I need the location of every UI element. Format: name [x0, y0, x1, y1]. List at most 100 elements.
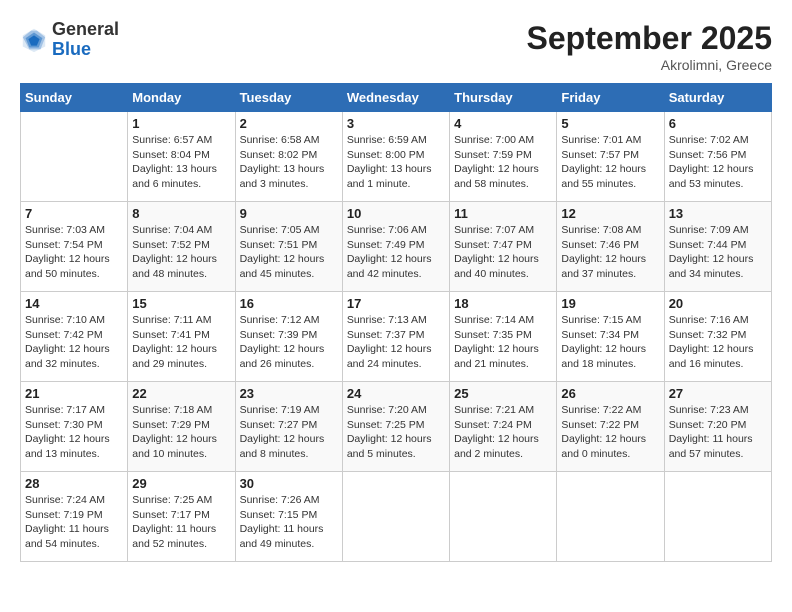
calendar-cell — [557, 472, 664, 562]
calendar-cell: 9Sunrise: 7:05 AMSunset: 7:51 PMDaylight… — [235, 202, 342, 292]
day-info: Sunrise: 7:25 AMSunset: 7:17 PMDaylight:… — [132, 493, 230, 552]
day-number: 4 — [454, 116, 552, 131]
calendar-cell: 5Sunrise: 7:01 AMSunset: 7:57 PMDaylight… — [557, 112, 664, 202]
day-header-wednesday: Wednesday — [342, 84, 449, 112]
week-row-3: 14Sunrise: 7:10 AMSunset: 7:42 PMDayligh… — [21, 292, 772, 382]
calendar-cell: 19 Sunrise: 7:15 AMSunset: 7:34 PMDayligh… — [557, 292, 664, 382]
logo-general-text: General — [52, 19, 119, 39]
calendar-cell: 22 Sunrise: 7:18 AMSunset: 7:29 PMDayligh… — [128, 382, 235, 472]
calendar-cell: 2 Sunrise: 6:58 AMSunset: 8:02 PMDaylight… — [235, 112, 342, 202]
calendar-cell: 15 Sunrise: 7:11 AMSunset: 7:41 PMDayligh… — [128, 292, 235, 382]
calendar-cell: 27 Sunrise: 7:23 AMSunset: 7:20 PMDayligh… — [664, 382, 771, 472]
calendar-cell: 29 Sunrise: 7:25 AMSunset: 7:17 PMDayligh… — [128, 472, 235, 562]
day-info: Sunrise: 7:19 AMSunset: 7:27 PMDaylight:… — [240, 403, 338, 462]
day-number: 25 — [454, 386, 552, 401]
day-info: Sunrise: 6:58 AMSunset: 8:02 PMDaylight:… — [240, 133, 338, 192]
logo: General Blue — [20, 20, 119, 60]
day-number: 8 — [132, 206, 230, 221]
day-number: 3 — [347, 116, 445, 131]
calendar-cell: 28 Sunrise: 7:24 AMSunset: 7:19 PMDayligh… — [21, 472, 128, 562]
day-info: Sunrise: 6:59 AMSunset: 8:00 PMDaylight:… — [347, 133, 445, 192]
day-number: 22 — [132, 386, 230, 401]
day-info: Sunrise: 7:12 AMSunset: 7:39 PMDaylight:… — [240, 313, 338, 372]
day-number: 2 — [240, 116, 338, 131]
calendar-cell: 13 Sunrise: 7:09 AMSunset: 7:44 PMDayligh… — [664, 202, 771, 292]
day-header-monday: Monday — [128, 84, 235, 112]
calendar-cell — [342, 472, 449, 562]
day-info: Sunrise: 7:08 AMSunset: 7:46 PMDaylight:… — [561, 223, 659, 282]
calendar-cell: 30Sunrise: 7:26 AMSunset: 7:15 PMDayligh… — [235, 472, 342, 562]
day-number: 19 — [561, 296, 659, 311]
calendar-cell: 20Sunrise: 7:16 AMSunset: 7:32 PMDayligh… — [664, 292, 771, 382]
day-number: 20 — [669, 296, 767, 311]
calendar-cell — [664, 472, 771, 562]
day-number: 7 — [25, 206, 123, 221]
calendar-cell — [450, 472, 557, 562]
calendar-cell: 8 Sunrise: 7:04 AMSunset: 7:52 PMDaylight… — [128, 202, 235, 292]
calendar-cell: 3 Sunrise: 6:59 AMSunset: 8:00 PMDaylight… — [342, 112, 449, 202]
calendar-cell: 24 Sunrise: 7:20 AMSunset: 7:25 PMDayligh… — [342, 382, 449, 472]
day-number: 12 — [561, 206, 659, 221]
day-number: 16 — [240, 296, 338, 311]
day-info: Sunrise: 7:23 AMSunset: 7:20 PMDaylight:… — [669, 403, 767, 462]
day-number: 18 — [454, 296, 552, 311]
day-info: Sunrise: 7:05 AMSunset: 7:51 PMDaylight:… — [240, 223, 338, 282]
day-info: Sunrise: 7:11 AMSunset: 7:41 PMDaylight:… — [132, 313, 230, 372]
day-info: Sunrise: 7:00 AMSunset: 7:59 PMDaylight:… — [454, 133, 552, 192]
day-info: Sunrise: 7:14 AMSunset: 7:35 PMDaylight:… — [454, 313, 552, 372]
calendar-cell: 23 Sunrise: 7:19 AMSunset: 7:27 PMDayligh… — [235, 382, 342, 472]
day-number: 23 — [240, 386, 338, 401]
day-number: 17 — [347, 296, 445, 311]
day-number: 29 — [132, 476, 230, 491]
week-row-4: 21Sunrise: 7:17 AMSunset: 7:30 PMDayligh… — [21, 382, 772, 472]
day-number: 21 — [25, 386, 123, 401]
month-title: September 2025 — [527, 20, 772, 57]
day-info: Sunrise: 7:15 AMSunset: 7:34 PMDaylight:… — [561, 313, 659, 372]
day-number: 28 — [25, 476, 123, 491]
calendar-cell — [21, 112, 128, 202]
logo-blue-text: Blue — [52, 39, 91, 59]
day-number: 24 — [347, 386, 445, 401]
day-info: Sunrise: 7:20 AMSunset: 7:25 PMDaylight:… — [347, 403, 445, 462]
day-number: 27 — [669, 386, 767, 401]
week-row-2: 7 Sunrise: 7:03 AMSunset: 7:54 PMDaylight… — [21, 202, 772, 292]
day-info: Sunrise: 7:13 AMSunset: 7:37 PMDaylight:… — [347, 313, 445, 372]
day-header-thursday: Thursday — [450, 84, 557, 112]
day-info: Sunrise: 7:03 AMSunset: 7:54 PMDaylight:… — [25, 223, 123, 282]
day-info: Sunrise: 7:24 AMSunset: 7:19 PMDaylight:… — [25, 493, 123, 552]
day-info: Sunrise: 7:04 AMSunset: 7:52 PMDaylight:… — [132, 223, 230, 282]
day-header-friday: Friday — [557, 84, 664, 112]
week-row-1: 1Sunrise: 6:57 AMSunset: 8:04 PMDaylight… — [21, 112, 772, 202]
location: Akrolimni, Greece — [527, 57, 772, 73]
day-info: Sunrise: 7:06 AMSunset: 7:49 PMDaylight:… — [347, 223, 445, 282]
calendar-cell: 21Sunrise: 7:17 AMSunset: 7:30 PMDayligh… — [21, 382, 128, 472]
day-info: Sunrise: 7:21 AMSunset: 7:24 PMDaylight:… — [454, 403, 552, 462]
day-number: 5 — [561, 116, 659, 131]
day-info: Sunrise: 7:18 AMSunset: 7:29 PMDaylight:… — [132, 403, 230, 462]
day-number: 6 — [669, 116, 767, 131]
calendar-cell: 7 Sunrise: 7:03 AMSunset: 7:54 PMDaylight… — [21, 202, 128, 292]
day-number: 30 — [240, 476, 338, 491]
calendar-cell: 18 Sunrise: 7:14 AMSunset: 7:35 PMDayligh… — [450, 292, 557, 382]
calendar-cell: 16 Sunrise: 7:12 AMSunset: 7:39 PMDayligh… — [235, 292, 342, 382]
day-header-tuesday: Tuesday — [235, 84, 342, 112]
calendar-cell: 25 Sunrise: 7:21 AMSunset: 7:24 PMDayligh… — [450, 382, 557, 472]
calendar-cell: 1Sunrise: 6:57 AMSunset: 8:04 PMDaylight… — [128, 112, 235, 202]
day-number: 13 — [669, 206, 767, 221]
day-number: 26 — [561, 386, 659, 401]
day-info: Sunrise: 7:02 AMSunset: 7:56 PMDaylight:… — [669, 133, 767, 192]
calendar-cell: 4 Sunrise: 7:00 AMSunset: 7:59 PMDaylight… — [450, 112, 557, 202]
logo-icon — [20, 26, 48, 54]
calendar-cell: 10 Sunrise: 7:06 AMSunset: 7:49 PMDayligh… — [342, 202, 449, 292]
day-number: 11 — [454, 206, 552, 221]
day-info: Sunrise: 7:09 AMSunset: 7:44 PMDaylight:… — [669, 223, 767, 282]
day-number: 10 — [347, 206, 445, 221]
calendar-cell: 26Sunrise: 7:22 AMSunset: 7:22 PMDayligh… — [557, 382, 664, 472]
day-number: 15 — [132, 296, 230, 311]
title-block: September 2025 Akrolimni, Greece — [527, 20, 772, 73]
calendar-cell: 17 Sunrise: 7:13 AMSunset: 7:37 PMDayligh… — [342, 292, 449, 382]
calendar-cell: 12 Sunrise: 7:08 AMSunset: 7:46 PMDayligh… — [557, 202, 664, 292]
page-header: General Blue September 2025 Akrolimni, G… — [20, 20, 772, 73]
day-number: 1 — [132, 116, 230, 131]
day-info: Sunrise: 7:10 AMSunset: 7:42 PMDaylight:… — [25, 313, 123, 372]
